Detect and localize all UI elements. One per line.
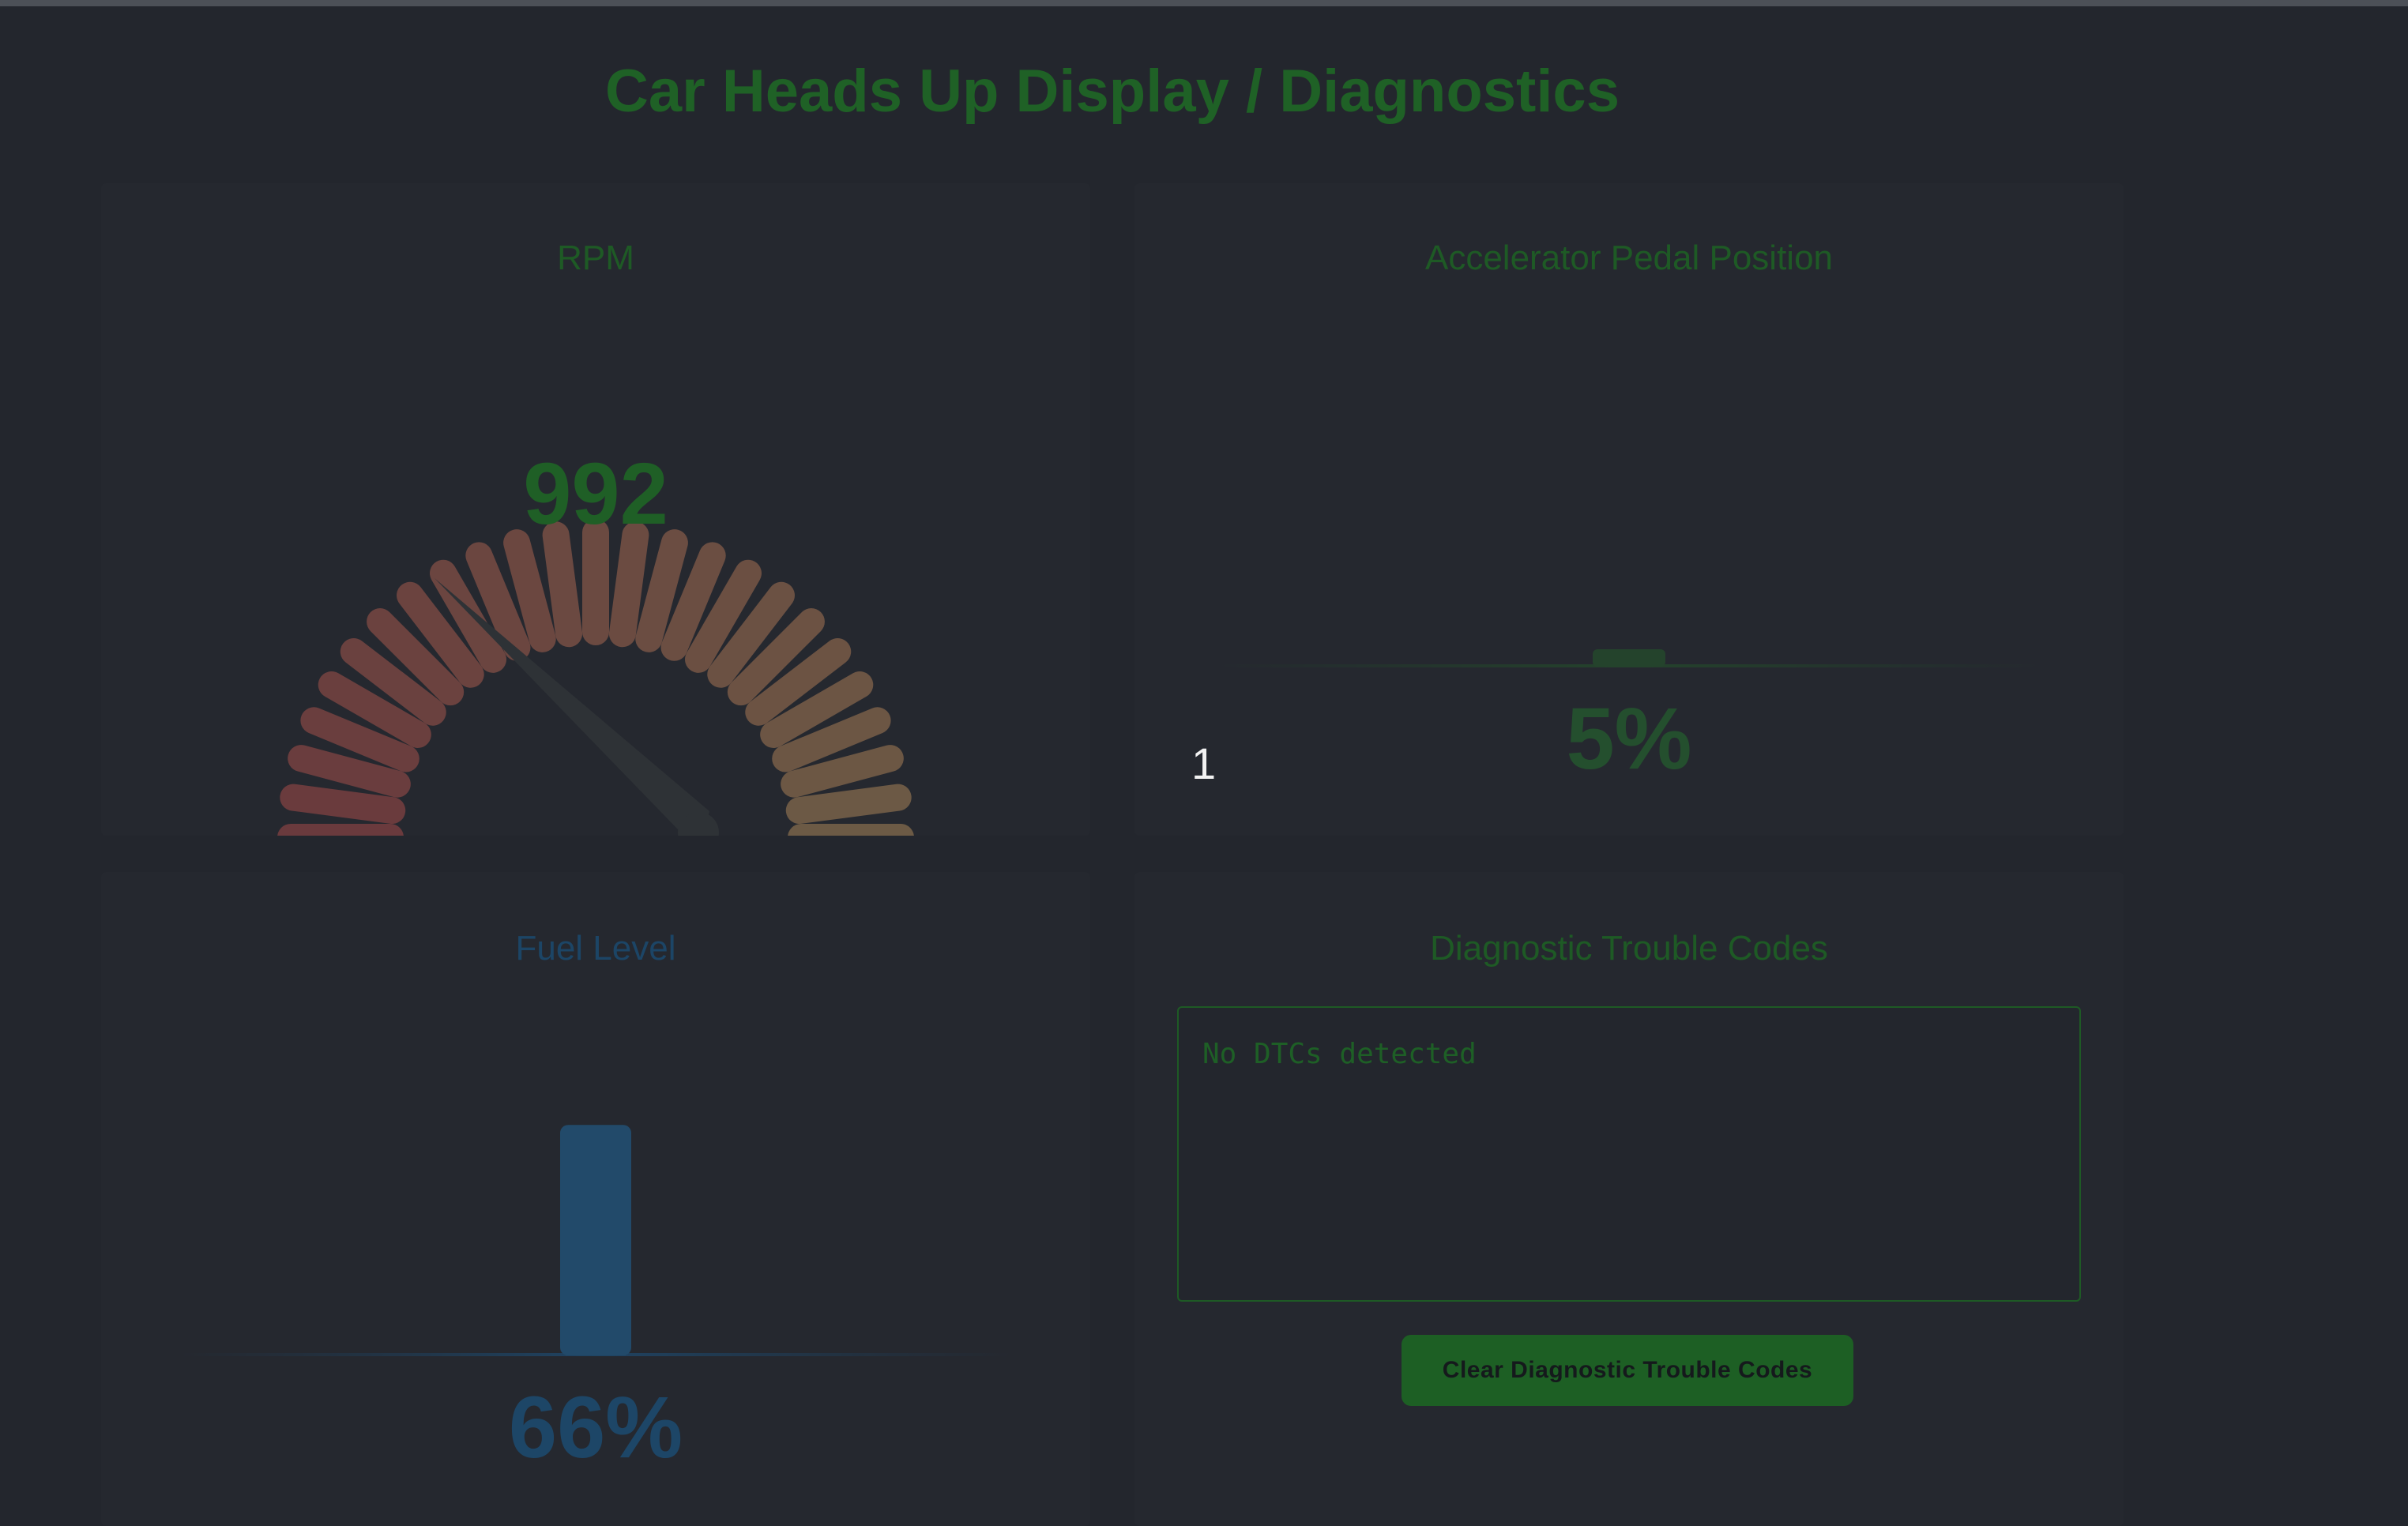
- rpm-gauge-segment: [280, 784, 406, 825]
- fuel-level-bar: [560, 1125, 631, 1355]
- rpm-gauge-segment: [785, 784, 912, 825]
- rpm-panel: RPM 992: [101, 183, 1090, 836]
- browser-top-bar: [0, 0, 2408, 6]
- dtc-codes-text: No DTCs detected: [1202, 1038, 1477, 1070]
- page-title: Car Heads Up Display / Diagnostics: [605, 58, 1620, 125]
- accelerator-panel: Accelerator Pedal Position 5% 1: [1134, 183, 2124, 836]
- clear-dtc-button[interactable]: Clear Diagnostic Trouble Codes: [1402, 1335, 1853, 1406]
- fuel-panel: Fuel Level 66%: [101, 872, 1090, 1526]
- rpm-gauge-segment: [542, 521, 583, 648]
- accelerator-slider-thumb[interactable]: [1593, 649, 1665, 667]
- accelerator-index-label: 1: [1191, 739, 1217, 788]
- dtc-panel: Diagnostic Trouble Codes No DTCs detecte…: [1134, 872, 2124, 1526]
- fuel-value: 66%: [508, 1379, 683, 1476]
- dtc-output-box: No DTCs detected: [1177, 1006, 2081, 1302]
- accelerator-value: 5%: [1566, 690, 1692, 787]
- rpm-value: 992: [523, 445, 668, 543]
- dtc-title: Diagnostic Trouble Codes: [1430, 929, 1828, 968]
- rpm-gauge-segment: [608, 521, 649, 648]
